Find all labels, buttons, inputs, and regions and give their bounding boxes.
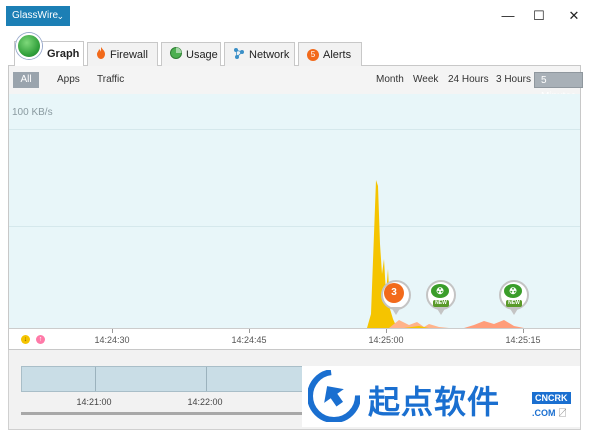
timeline-label: 14:21:00 — [76, 397, 112, 407]
watermark-logo-icon — [308, 370, 360, 422]
pin-tip — [391, 307, 401, 315]
range-5m-button[interactable]: 5 Minutes — [534, 72, 584, 102]
watermark-overlay: 起点软件 CNCRK .COM 〼 — [302, 366, 580, 427]
tab-graph-label: Graph — [47, 48, 80, 60]
usage-icon — [170, 47, 182, 62]
tab-alerts-label: Alerts — [323, 48, 352, 61]
flame-icon — [96, 47, 106, 62]
tab-usage[interactable]: Usage — [161, 42, 221, 66]
traffic-plot — [367, 180, 524, 328]
tab-network-label: Network — [249, 48, 290, 61]
pin-tip — [509, 307, 519, 315]
alert-icon: 5 — [307, 48, 319, 61]
traffic-graph[interactable]: 100 KB/s 3 ☢ NEW ☢ NEW — [8, 94, 581, 328]
graph-icon — [16, 33, 42, 59]
close-icon: ✕ — [568, 8, 580, 23]
download-legend-icon: ↓ — [21, 335, 30, 344]
timeline-marker — [95, 367, 96, 391]
axis-tick-label: 14:24:30 — [94, 335, 130, 345]
app-menu-button[interactable]: GlassWire ⌄ — [6, 6, 70, 26]
time-axis: ↓ ↑ 14:24:30 14:24:45 14:25:00 14:25:15 — [8, 328, 581, 350]
filter-all-button[interactable]: All — [13, 72, 39, 88]
watermark-sub-text: .COM — [532, 408, 556, 418]
watermark-text: 起点软件 — [368, 383, 501, 421]
range-week-button[interactable]: Week — [407, 72, 444, 88]
alert-pin[interactable]: 3 — [381, 280, 411, 318]
timeline-marker — [206, 367, 207, 391]
range-month-button[interactable]: Month — [370, 72, 410, 88]
tab-firewall-label: Firewall — [110, 48, 148, 61]
filter-traffic-button[interactable]: Traffic — [91, 72, 130, 88]
tab-usage-label: Usage — [186, 48, 218, 61]
axis-tick-label: 14:24:45 — [231, 335, 267, 345]
axis-tick — [523, 329, 524, 333]
tab-firewall[interactable]: Firewall — [87, 42, 158, 66]
radiation-icon: ☢ — [504, 284, 522, 298]
maximize-icon: ☐ — [533, 8, 545, 23]
axis-tick — [112, 329, 113, 333]
new-badge: NEW — [506, 300, 522, 307]
radiation-icon: ☢ — [431, 284, 449, 298]
timeline-label: 14:22:00 — [187, 397, 223, 407]
close-button[interactable]: ✕ — [561, 6, 587, 26]
axis-tick — [386, 329, 387, 333]
axis-tick-label: 14:25:00 — [368, 335, 404, 345]
watermark-sub: .COM 〼 — [532, 406, 567, 419]
alert-count-icon: 3 — [384, 283, 404, 303]
app-menu-label: GlassWire — [12, 10, 59, 21]
new-app-pin[interactable]: ☢ NEW — [499, 280, 529, 318]
range-3h-button[interactable]: 3 Hours — [490, 72, 537, 88]
pin-tip — [436, 307, 446, 315]
tab-network[interactable]: Network — [224, 42, 295, 66]
tab-alerts[interactable]: 5 Alerts — [298, 42, 362, 66]
minimize-icon: — — [501, 8, 515, 23]
watermark-mark-icon: 〼 — [558, 408, 568, 418]
watermark-badge: CNCRK — [532, 392, 571, 404]
axis-tick-label: 14:25:15 — [505, 335, 541, 345]
upload-legend-icon: ↑ — [36, 335, 45, 344]
new-app-pin[interactable]: ☢ NEW — [426, 280, 456, 318]
filter-apps-button[interactable]: Apps — [51, 72, 86, 88]
minimize-button[interactable]: — — [495, 6, 521, 26]
maximize-button[interactable]: ☐ — [526, 6, 552, 26]
network-icon — [233, 47, 245, 62]
chevron-down-icon: ⌄ — [56, 11, 64, 21]
axis-tick — [249, 329, 250, 333]
new-badge: NEW — [433, 300, 449, 307]
range-24h-button[interactable]: 24 Hours — [442, 72, 495, 88]
filter-bar: All Apps Traffic Month Week 24 Hours 3 H… — [8, 66, 584, 102]
